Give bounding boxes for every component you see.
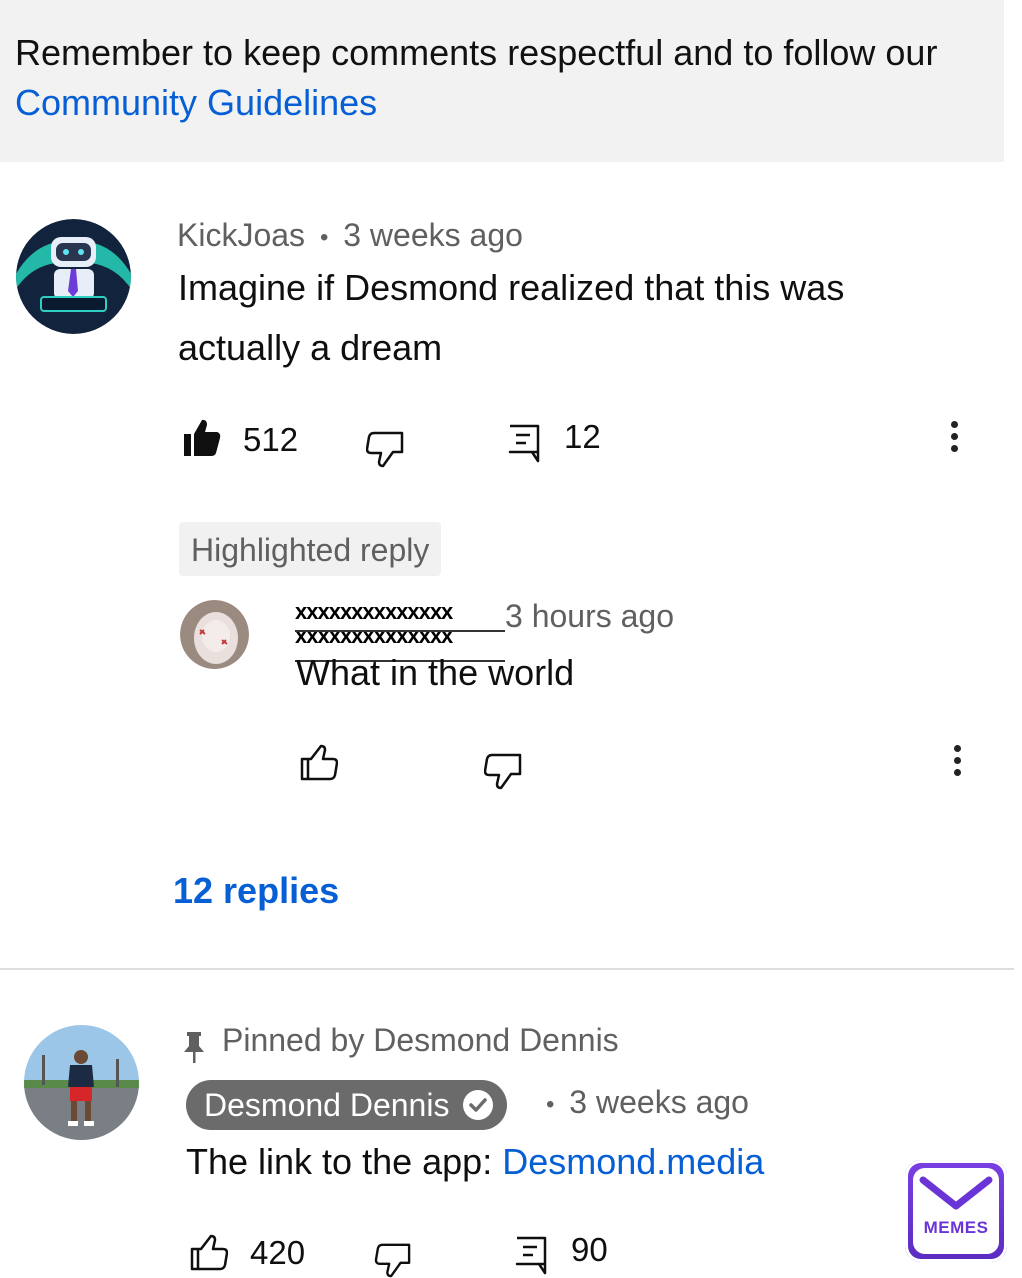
comment1-meta: KickJoas • 3 weeks ago	[177, 217, 523, 254]
meta-separator: •	[546, 1090, 555, 1118]
comment-divider	[0, 968, 1014, 970]
like-filled-icon[interactable]	[183, 418, 221, 458]
guidelines-text: Remember to keep comments respectful and…	[15, 28, 975, 128]
highlighted-reply-badge: Highlighted reply	[179, 522, 442, 576]
guidelines-banner: Remember to keep comments respectful and…	[0, 0, 1004, 162]
comment2-time[interactable]: 3 weeks ago	[569, 1084, 749, 1120]
community-guidelines-link[interactable]: Community Guidelines	[15, 82, 377, 123]
reply-author-redacted[interactable]: xxxxxxxxxxxxxx xxxxxxxxxxxxxx	[295, 599, 453, 648]
avatar-reply-user[interactable]	[180, 600, 249, 669]
reply-icon[interactable]	[508, 424, 540, 464]
like-icon[interactable]	[190, 1234, 228, 1272]
comment2-text: The link to the app: Desmond.media	[186, 1132, 764, 1192]
comment2-reply-count: 90	[571, 1231, 608, 1268]
avatar-kickjoas[interactable]	[16, 219, 131, 334]
desmond-media-link[interactable]: Desmond.media	[502, 1141, 764, 1182]
reply-more-icon[interactable]	[947, 742, 967, 782]
avatar-desmond-dennis[interactable]	[24, 1025, 139, 1140]
author-badge-desmond-dennis[interactable]: Desmond Dennis	[186, 1080, 508, 1130]
memes-logo-text: MEMES	[923, 1218, 989, 1237]
comment1-reply-count: 12	[564, 418, 601, 455]
comment1-like-count: 512	[243, 421, 299, 458]
comment2-author: Desmond Dennis	[204, 1087, 450, 1123]
memes-logo-inner: MEMES	[913, 1168, 999, 1254]
comment1-time[interactable]: 3 weeks ago	[343, 217, 523, 253]
comment2-meta: • 3 weeks ago	[546, 1084, 749, 1121]
comment1-more-icon[interactable]	[944, 418, 964, 458]
reply-dislike-icon[interactable]	[484, 752, 522, 790]
meta-separator: •	[319, 223, 329, 251]
pinned-label: Pinned by Desmond Dennis	[222, 1022, 619, 1058]
view-replies-link[interactable]: 12 replies	[173, 870, 339, 912]
comment2-text-prefix: The link to the app:	[186, 1141, 503, 1182]
reply-like-icon[interactable]	[300, 744, 338, 782]
reply-time[interactable]: 3 hours ago	[505, 598, 674, 635]
dislike-icon[interactable]	[374, 1242, 412, 1278]
comment1-author[interactable]: KickJoas	[177, 217, 305, 253]
reply-icon[interactable]	[515, 1236, 547, 1276]
pin-icon	[184, 1032, 204, 1063]
memes-watermark-logo: MEMES	[905, 1160, 1007, 1262]
redact-strike-1	[295, 630, 505, 632]
dislike-icon[interactable]	[366, 430, 404, 468]
comment1-text: Imagine if Desmond realized that this wa…	[178, 267, 845, 368]
comment2-like-count: 420	[250, 1234, 306, 1271]
reply-text: What in the world	[296, 652, 575, 693]
redacted-line-1: xxxxxxxxxxxxxx	[295, 599, 453, 624]
guidelines-message: Remember to keep comments respectful and…	[15, 32, 938, 73]
verified-check-icon	[463, 1090, 494, 1120]
